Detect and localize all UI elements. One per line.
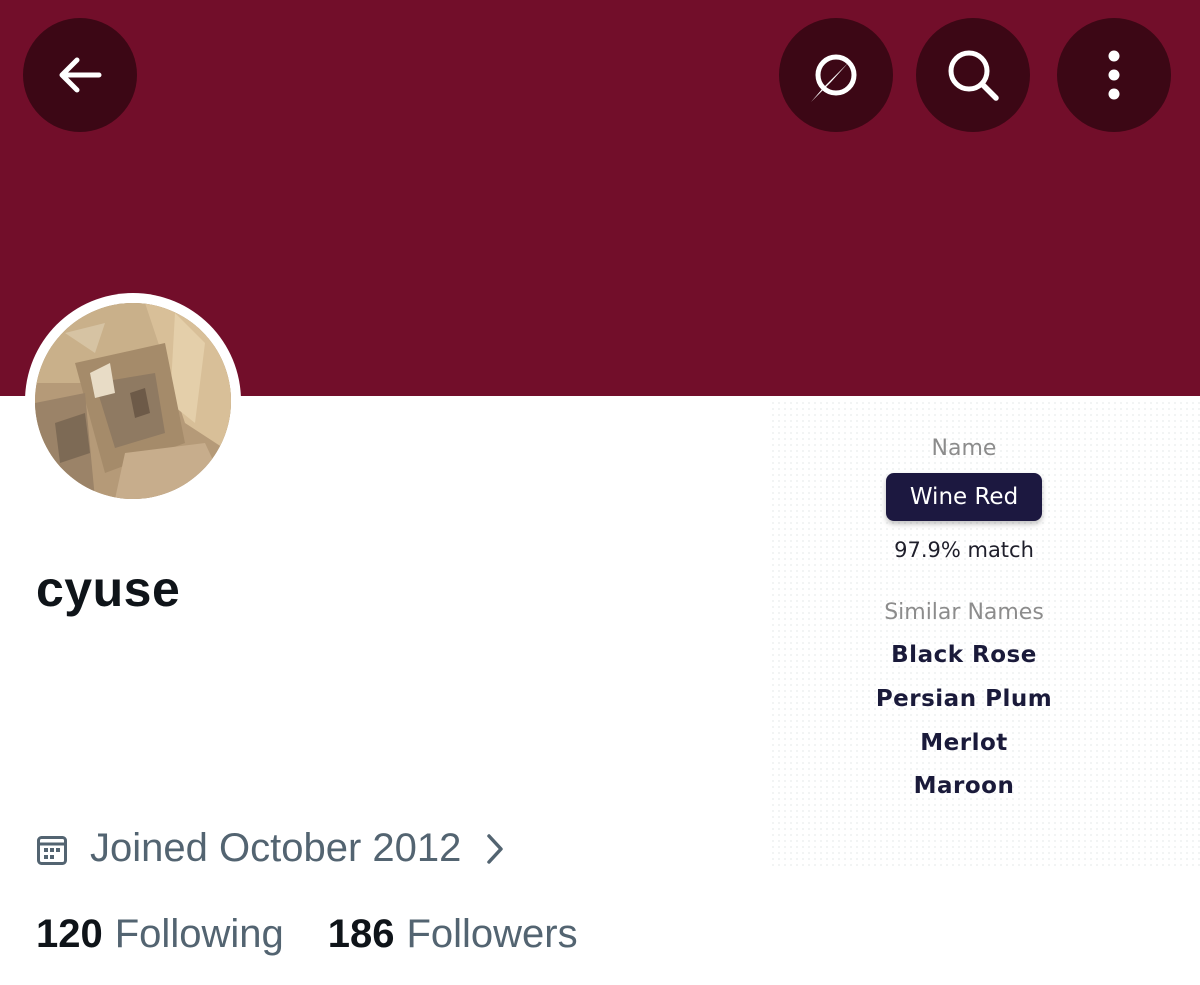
joined-date-row[interactable]: Joined October 2012 [36, 826, 505, 871]
follow-stats: 120 Following 186 Followers [36, 912, 578, 957]
avatar-image [35, 303, 231, 499]
following-count: 120 [36, 912, 103, 956]
similar-name-item: Merlot [920, 730, 1008, 756]
joined-date-text: Joined October 2012 [90, 826, 462, 870]
similar-name-item: Black Rose [891, 642, 1037, 668]
followers-link[interactable]: 186 Followers [328, 912, 578, 957]
similar-name-item: Persian Plum [875, 686, 1053, 712]
search-button[interactable] [916, 18, 1030, 132]
color-name-badge: Wine Red [886, 473, 1042, 521]
chevron-right-icon [487, 833, 504, 864]
more-options-button[interactable] [1057, 18, 1171, 132]
color-name-label: Name [931, 436, 997, 461]
search-icon [948, 50, 999, 101]
profile-display-name: cyuse [36, 561, 181, 617]
profile-page: cyuse Joined October 2012 120 Following … [0, 0, 1200, 985]
followers-count: 186 [327, 912, 395, 956]
color-name-panel: Name Wine Red 97.9% match Similar Names … [770, 400, 1200, 870]
followers-label: Followers [406, 912, 578, 956]
back-button[interactable] [23, 18, 137, 132]
calendar-icon [37, 835, 67, 865]
back-arrow-icon [59, 57, 102, 93]
following-label: Following [114, 912, 284, 956]
avatar[interactable] [35, 303, 231, 499]
similar-names-label: Similar Names [884, 600, 1044, 625]
grok-icon [811, 48, 863, 102]
grok-button[interactable] [779, 18, 893, 132]
following-link[interactable]: 120 Following [36, 912, 284, 957]
avatar-border[interactable] [25, 293, 241, 509]
more-vertical-icon [1108, 50, 1120, 100]
similar-name-item: Maroon [913, 773, 1015, 799]
color-match-percent: 97.9% match [894, 538, 1034, 562]
